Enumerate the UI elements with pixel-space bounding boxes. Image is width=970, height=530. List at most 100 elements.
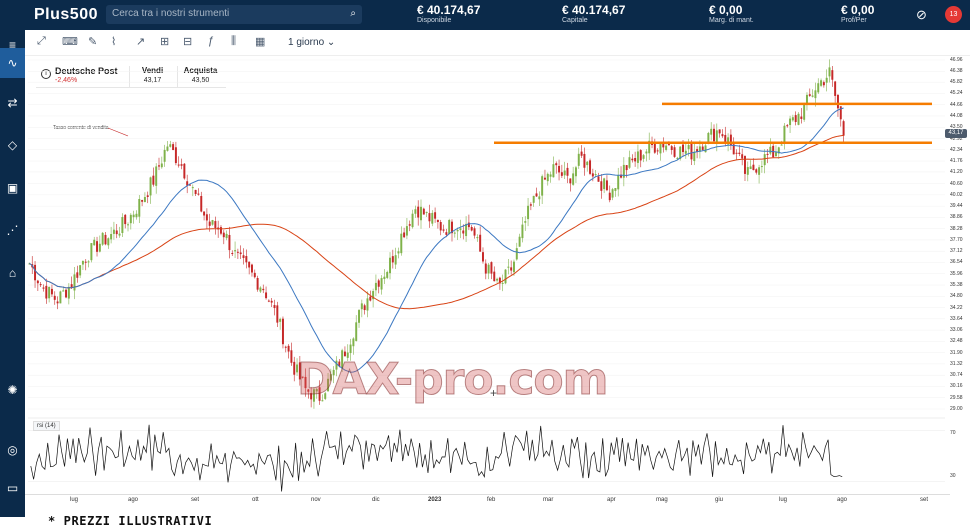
candle-body bbox=[597, 176, 600, 182]
candle-body bbox=[439, 222, 442, 231]
candle-body bbox=[163, 149, 166, 162]
candle-body bbox=[366, 298, 369, 311]
candle-body bbox=[769, 146, 772, 154]
candle-body bbox=[673, 147, 676, 157]
candle-body bbox=[521, 224, 524, 239]
candle-body bbox=[172, 144, 175, 151]
candle-body bbox=[62, 290, 65, 292]
candle-body bbox=[234, 250, 237, 252]
candle-body bbox=[98, 243, 101, 252]
candle-body bbox=[828, 67, 831, 77]
candle-body bbox=[563, 170, 566, 176]
candle-body bbox=[820, 80, 823, 86]
candle-body bbox=[431, 212, 434, 224]
price-chart[interactable] bbox=[0, 0, 970, 530]
candle-body bbox=[634, 158, 637, 162]
candle-body bbox=[462, 230, 465, 234]
candle-body bbox=[718, 129, 721, 134]
candle-body bbox=[380, 278, 383, 290]
candle-body bbox=[687, 145, 690, 150]
candle-body bbox=[363, 305, 366, 311]
candle-body bbox=[614, 188, 617, 191]
candle-body bbox=[65, 289, 68, 298]
candle-body bbox=[605, 180, 608, 191]
candle-body bbox=[211, 220, 214, 225]
price-tick-label: 40.60 bbox=[950, 180, 963, 187]
candle-body bbox=[490, 262, 493, 274]
candle-body bbox=[281, 318, 284, 345]
price-tick-label: 36.54 bbox=[950, 259, 963, 266]
candle-body bbox=[36, 280, 39, 284]
candle-body bbox=[149, 177, 152, 196]
candle-body bbox=[107, 238, 110, 246]
candle-body bbox=[766, 153, 769, 155]
candle-body bbox=[79, 265, 82, 276]
price-tick-label: 35.38 bbox=[950, 282, 963, 289]
candle-body bbox=[487, 264, 490, 274]
price-tick-label: 38.28 bbox=[950, 225, 963, 232]
time-tick-label: feb bbox=[487, 497, 496, 503]
candle-body bbox=[115, 230, 118, 235]
candle-body bbox=[284, 346, 287, 348]
candle-body bbox=[48, 286, 51, 299]
candle-body bbox=[704, 145, 707, 153]
candle-body bbox=[459, 228, 462, 231]
candle-body bbox=[231, 253, 234, 255]
candle-body bbox=[741, 154, 744, 159]
candle-body bbox=[656, 150, 659, 152]
candle-body bbox=[713, 128, 715, 142]
candle-body bbox=[205, 214, 208, 221]
candle-body bbox=[174, 147, 177, 164]
candle-body bbox=[555, 163, 558, 166]
candle-body bbox=[183, 163, 186, 179]
candle-body bbox=[129, 214, 132, 224]
candle-body bbox=[197, 193, 200, 195]
candle-body bbox=[543, 177, 546, 180]
candle-body bbox=[276, 305, 279, 323]
candle-body bbox=[538, 196, 541, 200]
price-tick-label: 40.02 bbox=[950, 191, 963, 198]
time-tick-label: apr bbox=[607, 497, 616, 503]
time-axis: lug ago set ott nov dic 2023 feb mar apr mag giu lug… bbox=[25, 494, 950, 510]
candle-body bbox=[470, 226, 473, 231]
candle-body bbox=[493, 271, 496, 282]
price-tick-label: 34.80 bbox=[950, 293, 963, 300]
candle-body bbox=[200, 195, 203, 212]
candle-body bbox=[763, 154, 766, 166]
candle-body bbox=[155, 166, 158, 186]
candle-body bbox=[611, 189, 614, 198]
candle-body bbox=[465, 223, 468, 237]
candle-body bbox=[428, 213, 431, 222]
candle-body bbox=[42, 287, 45, 289]
candle-body bbox=[617, 174, 620, 190]
candle-body bbox=[467, 222, 470, 228]
candle-body bbox=[577, 153, 580, 166]
rsi-indicator-label[interactable]: rsi (14) bbox=[33, 421, 60, 431]
candle-body bbox=[400, 233, 403, 254]
candle-body bbox=[70, 284, 73, 288]
candle-body bbox=[755, 169, 758, 173]
price-tick-label: 42.34 bbox=[950, 146, 963, 153]
candle-body bbox=[245, 256, 248, 263]
price-tick-label: 31.32 bbox=[950, 360, 963, 367]
candle-body bbox=[84, 261, 87, 263]
candle-body bbox=[552, 164, 555, 178]
price-tick-label: 46.38 bbox=[950, 68, 963, 75]
candle-body bbox=[290, 350, 293, 363]
price-tick-label: 30.74 bbox=[950, 372, 963, 379]
candle-body bbox=[797, 113, 800, 125]
candle-body bbox=[527, 205, 530, 220]
candle-body bbox=[73, 274, 76, 291]
price-tick-label: 30.16 bbox=[950, 383, 963, 390]
candle-body bbox=[589, 160, 592, 174]
candle-body bbox=[191, 187, 194, 189]
candle-body bbox=[141, 200, 144, 202]
candle-body bbox=[355, 322, 358, 341]
candle-body bbox=[814, 90, 817, 99]
candle-body bbox=[510, 267, 513, 271]
candle-body bbox=[603, 178, 606, 190]
candle-body bbox=[800, 116, 803, 119]
candle-body bbox=[394, 255, 397, 265]
candle-body bbox=[504, 269, 507, 284]
candle-body bbox=[132, 214, 135, 218]
